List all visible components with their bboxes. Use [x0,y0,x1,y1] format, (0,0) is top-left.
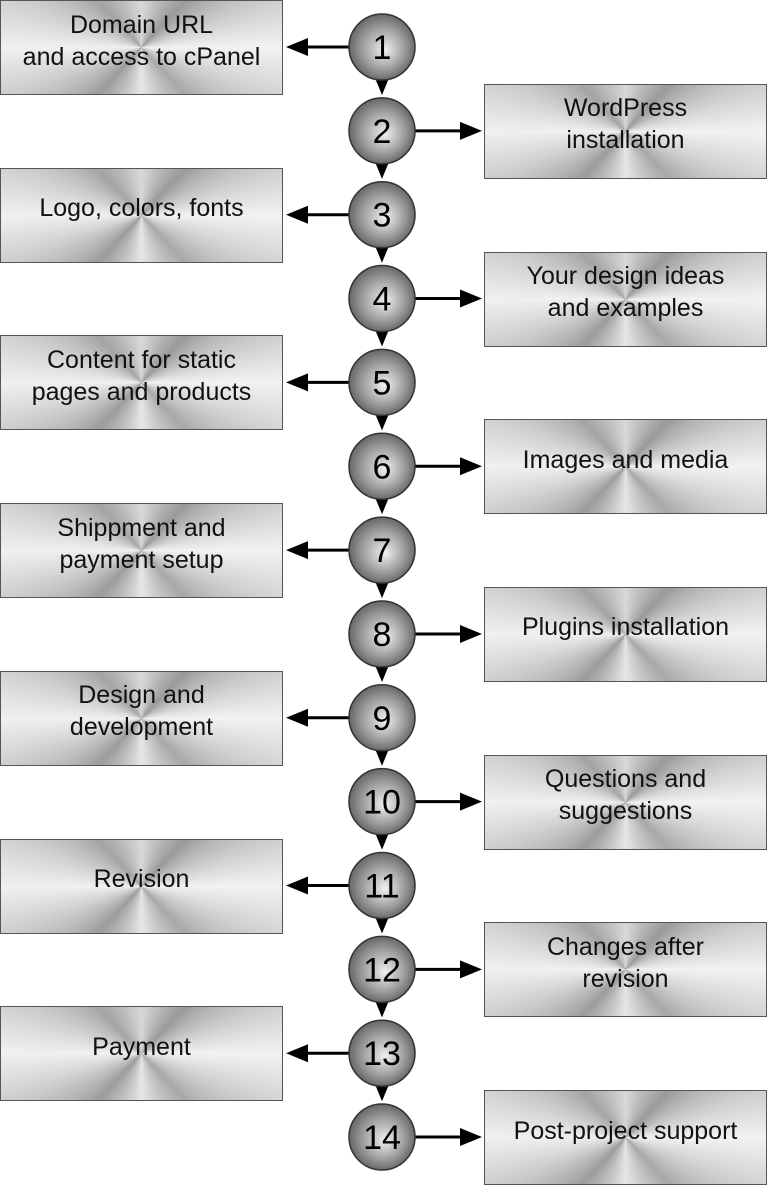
step-label: Logo, colors, fonts [39,194,244,223]
arrow-left-icon [286,1044,308,1063]
step-box-1: Domain URL and access to cPanel [0,0,283,95]
step-box-14: Post-project support [484,1090,767,1185]
step-number: 6 [373,448,392,486]
step-number: 12 [363,951,401,989]
step-label: Design and development [69,681,214,742]
step-number: 8 [373,616,392,654]
step-label: Post-project support [513,1116,738,1145]
step-box-6: Images and media [484,419,767,515]
step-box-4: Your design ideas and examples [484,251,767,347]
step-number: 14 [363,1119,401,1157]
step-box-2: WordPress installation [484,83,767,179]
step-box-10: Questions and suggestions [484,754,767,850]
step-number: 10 [363,784,401,822]
arrow-right-icon [460,121,482,140]
step-box-5: Content for static pages and products [0,335,283,431]
step-number: 11 [364,868,399,906]
step-label: Payment [92,1032,191,1061]
arrow-left-icon [286,876,308,895]
step-label: Questions and suggestions [544,765,707,826]
step-number: 4 [373,281,392,319]
step-label: WordPress installation [563,94,688,155]
step-box-9: Design and development [0,670,283,766]
arrow-right-icon [460,792,482,811]
arrow-right-icon [460,960,482,979]
step-number: 5 [373,364,392,402]
arrow-right-icon [460,624,482,643]
step-box-11: Revision [0,838,283,934]
arrow-left-icon [286,541,308,560]
arrow-right-icon [460,1128,482,1147]
step-number: 2 [373,113,392,151]
arrow-right-icon [460,457,482,476]
arrow-left-icon [286,708,308,727]
step-number: 7 [373,532,392,570]
step-number: 13 [363,1035,401,1073]
step-label: Content for static pages and products [31,345,252,406]
step-label: Shippment and payment setup [57,513,226,574]
step-label: Revision [93,865,190,893]
arrow-right-icon [460,289,482,308]
step-box-13: Payment [0,1006,283,1102]
arrow-left-icon [286,38,308,56]
step-label: Changes after revision [546,932,705,993]
step-number: 1 [373,29,392,67]
step-number: 3 [373,197,392,235]
arrow-left-icon [286,373,308,392]
arrow-left-icon [286,205,308,224]
step-number: 9 [373,700,392,738]
step-box-12: Changes after revision [484,922,767,1018]
step-label: Your design ideas and examples [526,262,725,323]
step-label: Domain URL and access to cPanel [22,10,261,71]
step-label: Images and media [522,445,729,474]
step-label: Plugins installation [521,613,730,642]
step-box-3: Logo, colors, fonts [0,167,283,263]
step-box-8: Plugins installation [484,586,767,682]
step-box-7: Shippment and payment setup [0,503,283,599]
